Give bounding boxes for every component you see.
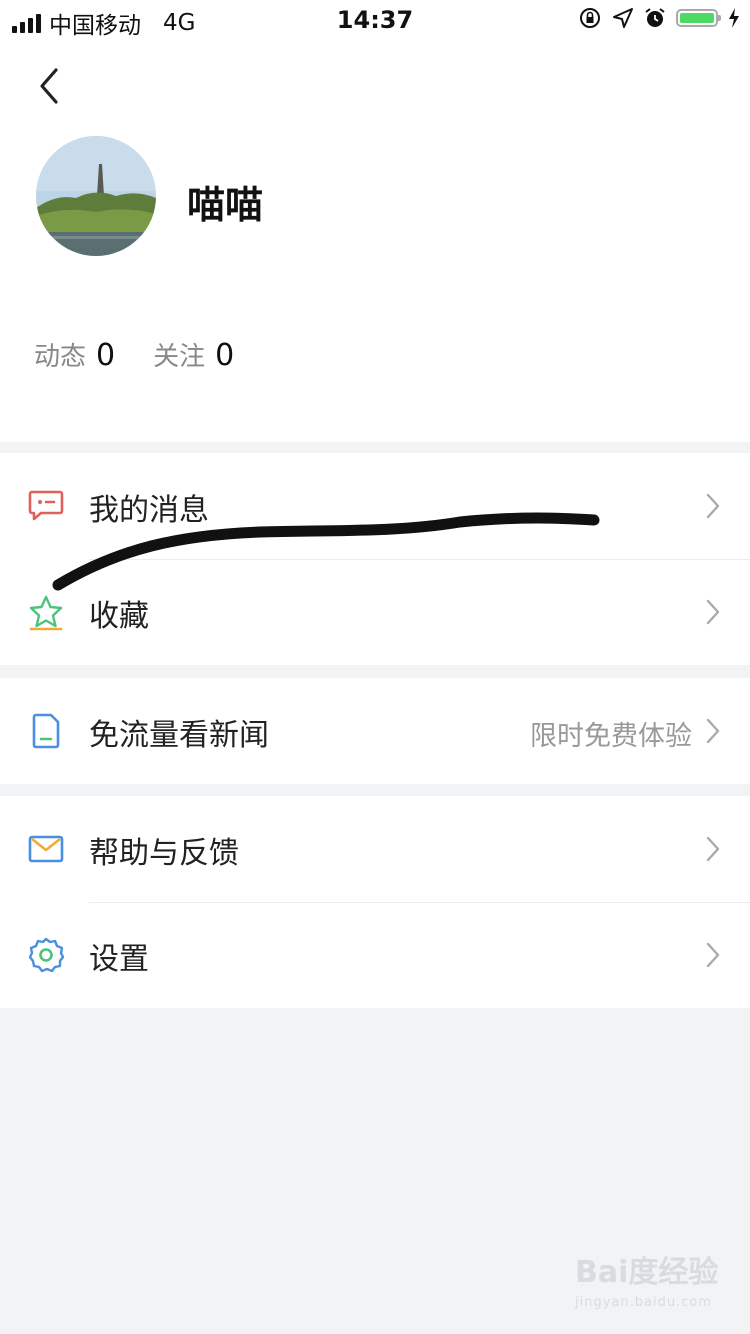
menu-item-label: 收藏	[89, 599, 149, 634]
back-button[interactable]	[30, 62, 70, 110]
star-icon	[29, 595, 63, 631]
stat-following[interactable]: 关注 0	[153, 336, 234, 373]
menu-item-label: 免流量看新闻	[89, 718, 269, 753]
menu-item-messages[interactable]: 我的消息	[0, 453, 750, 559]
menu-group-news: 免流量看新闻 限时免费体验	[0, 678, 750, 784]
watermark-url: jingyan.baidu.com	[575, 1295, 712, 1310]
menu-item-favorites[interactable]: 收藏	[0, 559, 750, 665]
status-bar: 中国移动 4G 14:37	[0, 0, 750, 40]
avatar-image	[36, 136, 156, 256]
orientation-lock-icon	[580, 8, 600, 28]
chevron-right-icon	[706, 599, 720, 625]
alarm-icon	[645, 8, 665, 27]
chevron-right-icon	[706, 942, 720, 968]
stat-label: 关注	[153, 342, 206, 372]
watermark-brand: Bai度经验	[575, 1255, 719, 1290]
mail-icon	[28, 835, 64, 863]
gear-icon	[28, 937, 65, 973]
message-icon	[28, 490, 64, 521]
menu-item-settings[interactable]: 设置	[0, 902, 750, 1008]
stat-posts[interactable]: 动态 0	[34, 336, 115, 373]
charging-icon	[729, 8, 739, 28]
menu-group-support: 帮助与反馈 设置	[0, 796, 750, 1008]
profile-stats: 动态 0 关注 0	[34, 336, 272, 373]
avatar[interactable]	[36, 136, 156, 256]
promo-text: 限时免费体验	[530, 721, 692, 752]
menu-item-label: 设置	[89, 942, 149, 977]
profile-header: 喵喵 动态 0 关注 0	[0, 40, 750, 442]
location-icon	[613, 8, 633, 28]
chevron-right-icon	[706, 718, 720, 744]
chevron-right-icon	[706, 493, 720, 519]
watermark: Bai度经验 jingyan.baidu.com	[575, 1258, 725, 1322]
menu-item-label: 帮助与反馈	[89, 836, 239, 871]
stat-value: 0	[96, 338, 116, 373]
menu-item-feedback[interactable]: 帮助与反馈	[0, 796, 750, 902]
chevron-right-icon	[706, 836, 720, 862]
menu-item-free-news[interactable]: 免流量看新闻 限时免费体验	[0, 678, 750, 784]
username: 喵喵	[187, 183, 264, 227]
menu-group-personal: 我的消息 收藏	[0, 453, 750, 665]
stat-label: 动态	[34, 342, 87, 372]
menu-item-label: 我的消息	[89, 493, 209, 528]
phone-icon	[32, 713, 60, 749]
stat-value: 0	[215, 338, 235, 373]
battery-icon	[676, 9, 721, 27]
